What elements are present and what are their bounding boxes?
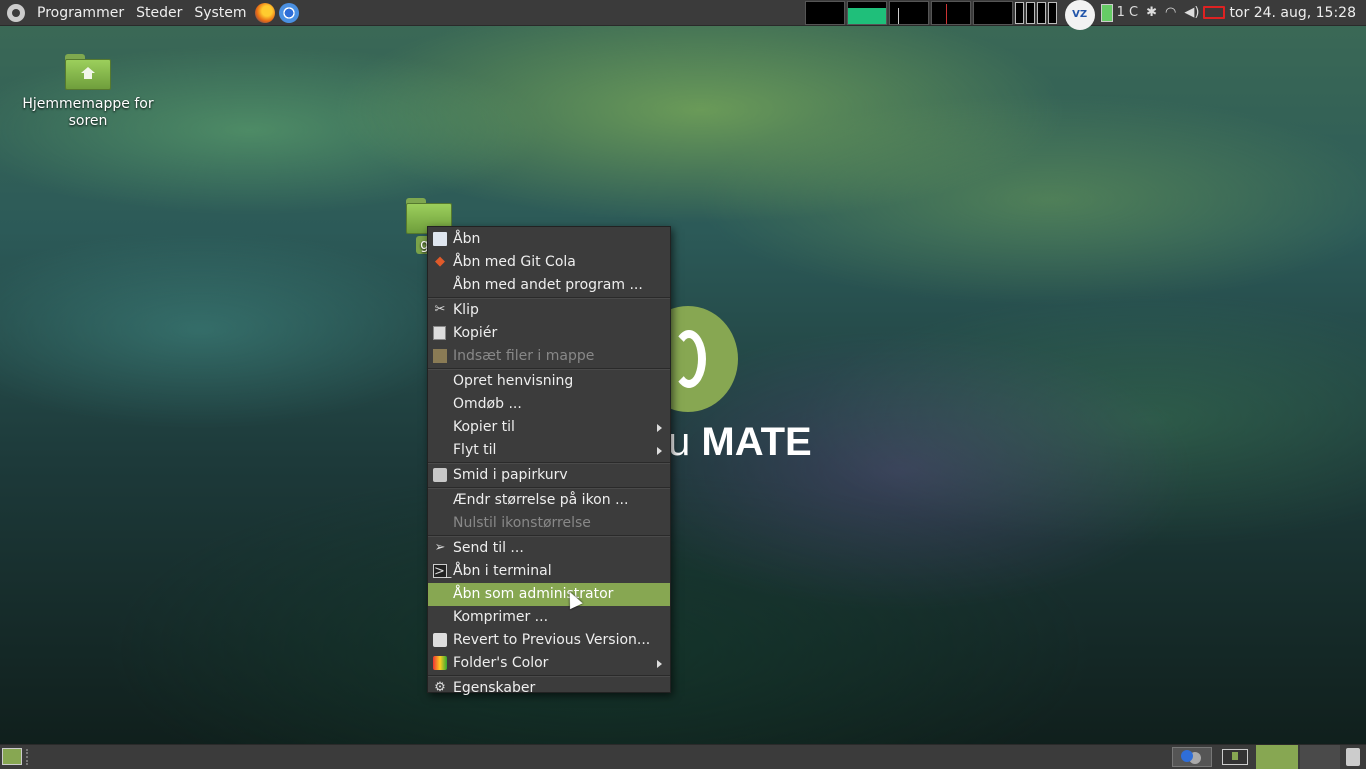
terminal-icon: >_ [433, 564, 452, 579]
menu-item-make-link[interactable]: Opret henvisning [428, 370, 670, 393]
menu-item-open-git-cola[interactable]: ◆ Åbn med Git Cola [428, 251, 670, 274]
menu-item-revert-previous-version[interactable]: Revert to Previous Version... [428, 629, 670, 652]
submenu-arrow-icon [657, 660, 662, 668]
scissors-icon: ✂ [434, 302, 446, 317]
menu-programmer[interactable]: Programmer [31, 5, 130, 21]
taskbar-window-button[interactable] [1172, 747, 1212, 767]
submenu-arrow-icon [657, 424, 662, 432]
menu-item-open-as-administrator[interactable]: Åbn som administrator [428, 583, 670, 606]
menu-item-open-in-terminal[interactable]: >_ Åbn i terminal [428, 560, 670, 583]
menu-item-restore-icon-size[interactable]: Nulstil ikonstørrelse [428, 512, 670, 535]
menu-item-open-with-other[interactable]: Åbn med andet program ... [428, 274, 670, 297]
menu-item-folders-color[interactable]: Folder's Color [428, 652, 670, 675]
menu-item-cut[interactable]: ✂ Klip [428, 299, 670, 322]
workspace-switcher-2[interactable] [1300, 745, 1340, 769]
wifi-icon[interactable]: ◠ [1165, 5, 1176, 20]
load-monitor-graph[interactable] [930, 0, 971, 25]
menu-item-paste-into-folder[interactable]: Indsæt filer i mappe [428, 345, 670, 368]
disk-monitor-graph[interactable] [972, 0, 1013, 25]
trash-icon [433, 468, 447, 482]
menu-item-send-to[interactable]: ➢ Send til ... [428, 537, 670, 560]
submenu-arrow-icon [657, 447, 662, 455]
wordmark-light: u [668, 420, 691, 464]
menu-system[interactable]: System [188, 5, 252, 21]
bottom-panel [0, 744, 1366, 769]
menu-item-move-to-trash[interactable]: Smid i papirkurv [428, 464, 670, 487]
menu-item-rename[interactable]: Omdøb ... [428, 393, 670, 416]
folder-open-icon [433, 232, 447, 246]
top-panel: Programmer Steder System VZ 1 C ✱ ◠ ◀) t… [0, 0, 1366, 30]
chromium-icon[interactable] [278, 2, 299, 23]
menu-item-properties[interactable]: ⚙ Egenskaber [428, 677, 670, 700]
camera-icon [433, 633, 447, 647]
cpu-temperature-text[interactable]: 1 C [1117, 5, 1138, 20]
menu-item-copy-to[interactable]: Kopier til [428, 416, 670, 439]
menu-item-copy[interactable]: Kopiér [428, 322, 670, 345]
copy-icon [433, 326, 446, 340]
git-cola-icon: ◆ [435, 254, 445, 269]
clock-applet-icon[interactable]: VZ [1064, 0, 1095, 30]
power-icon[interactable] [1203, 6, 1226, 19]
color-icon [433, 656, 447, 670]
memory-bars[interactable] [1014, 1, 1057, 24]
mate-menu-icon[interactable] [7, 3, 25, 22]
ubuntu-mate-wordmark: u MATE [668, 420, 812, 465]
gear-icon: ⚙ [434, 680, 446, 695]
wordmark-bold: MATE [701, 420, 812, 464]
download-indicator-icon[interactable] [1222, 749, 1248, 765]
menu-item-move-to[interactable]: Flyt til [428, 439, 670, 462]
folder-context-menu: Åbn ◆ Åbn med Git Cola Åbn med andet prog… [427, 226, 671, 696]
home-folder-desktop-icon[interactable]: Hjemmemappe for soren [18, 54, 158, 130]
clock-text[interactable]: tor 24. aug, 15:28 [1229, 5, 1356, 21]
bluetooth-icon[interactable]: ✱ [1146, 5, 1157, 20]
battery-icon[interactable] [1100, 3, 1113, 22]
menu-item-open[interactable]: Åbn [428, 228, 670, 251]
menu-steder[interactable]: Steder [130, 5, 188, 21]
home-folder-label: Hjemmemappe for soren [22, 96, 154, 129]
menu-item-compress[interactable]: Komprimer ... [428, 606, 670, 629]
cpu-monitor-graph[interactable] [888, 0, 929, 25]
menu-item-resize-icon[interactable]: Ændr størrelse på ikon ... [428, 489, 670, 512]
show-desktop-button[interactable] [2, 748, 22, 765]
send-icon: ➢ [434, 540, 446, 555]
network-monitor-graph[interactable] [846, 0, 887, 25]
panel-grip-handle[interactable] [26, 749, 31, 765]
paste-icon [433, 349, 447, 363]
trash-applet-icon[interactable] [1346, 748, 1360, 766]
home-folder-icon [65, 54, 111, 90]
system-monitor-graph[interactable] [804, 0, 845, 25]
workspace-switcher-1[interactable] [1256, 745, 1298, 769]
volume-icon[interactable]: ◀) [1184, 5, 1199, 20]
firefox-icon[interactable] [254, 2, 275, 23]
